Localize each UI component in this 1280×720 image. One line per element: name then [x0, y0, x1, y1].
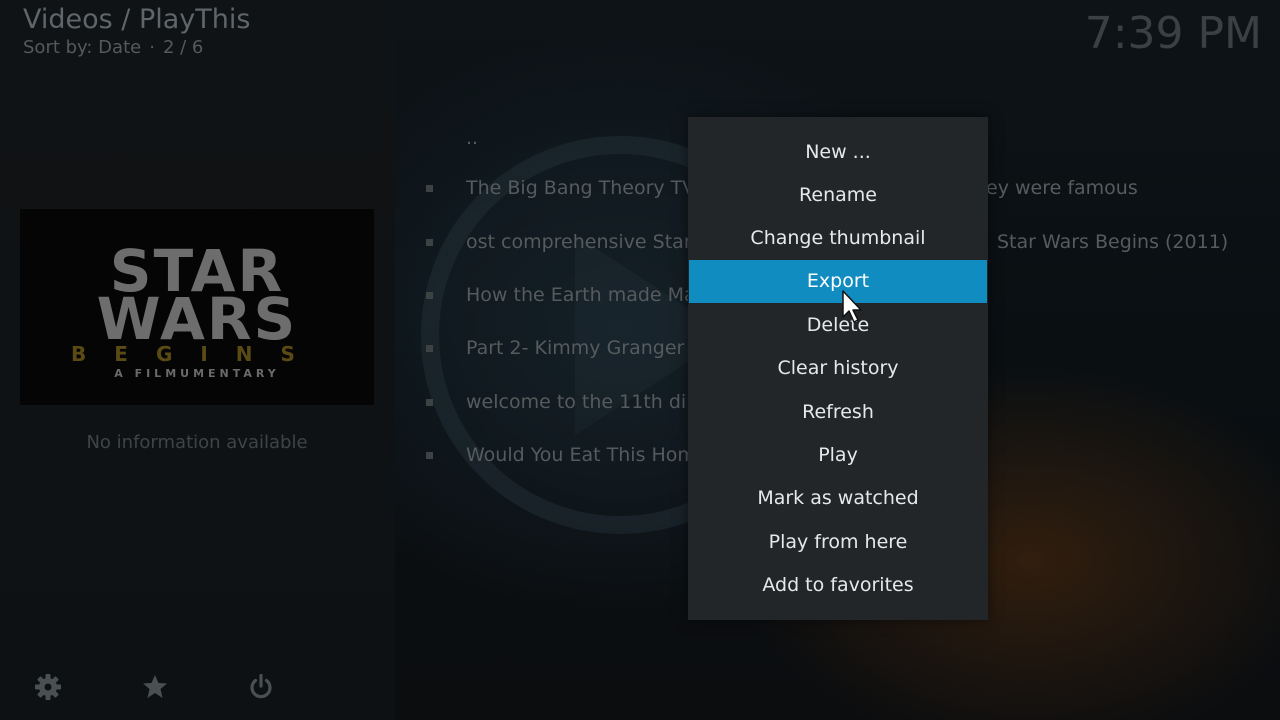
- info-text: No information available: [86, 432, 308, 453]
- menu-item-add-to-favorites[interactable]: Add to favorites: [689, 564, 987, 607]
- menu-item-export[interactable]: Export: [689, 260, 987, 303]
- bullet-icon: [426, 292, 433, 299]
- list-item-label: ost comprehensive Star W: [466, 231, 717, 253]
- bullet-icon: [426, 185, 433, 192]
- list-item-label: How the Earth made Ma: [466, 284, 696, 306]
- clock: 7:39 PM: [1084, 8, 1262, 59]
- list-item-label-overflow: ey were famous: [986, 177, 1138, 199]
- list-item-label: Part 2- Kimmy Granger F: [466, 337, 702, 359]
- mouse-cursor-icon: [842, 290, 862, 323]
- menu-item-play[interactable]: Play: [689, 434, 987, 477]
- gear-icon[interactable]: [33, 672, 63, 702]
- menu-item-refresh[interactable]: Refresh: [689, 391, 987, 434]
- separator: ·: [149, 37, 155, 58]
- menu-item-play-from-here[interactable]: Play from here: [689, 521, 987, 564]
- menu-item-mark-as-watched[interactable]: Mark as watched: [689, 477, 987, 520]
- sort-label: Sort by: Date: [23, 37, 142, 58]
- menu-item-rename[interactable]: Rename: [689, 174, 987, 217]
- power-icon[interactable]: [246, 672, 276, 702]
- kodi-screen: Videos / PlayThis Sort by: Date · 2 / 6 7:…: [0, 0, 1280, 720]
- list-item-label-overflow: Star Wars Begins (2011): [997, 231, 1229, 253]
- poster-line-4: A FILMUMENTARY: [114, 367, 280, 380]
- list-item-label: The Big Bang Theory TV: [466, 177, 696, 199]
- bullet-icon: [426, 345, 433, 352]
- page-count: 2 / 6: [162, 37, 204, 58]
- menu-item-clear-history[interactable]: Clear history: [689, 347, 987, 390]
- poster-line-3: BEGINS: [71, 342, 323, 366]
- menu-item-delete[interactable]: Delete: [689, 304, 987, 347]
- list-item-label: Would You Eat This Hom: [466, 444, 696, 466]
- star-icon[interactable]: [140, 672, 170, 702]
- list-item-label: welcome to the 11th din: [466, 391, 699, 413]
- bullet-icon: [426, 452, 433, 459]
- list-item-label: ..: [466, 127, 479, 149]
- sort-info: Sort by: Date · 2 / 6: [23, 37, 203, 58]
- menu-item-change-thumbnail[interactable]: Change thumbnail: [689, 217, 987, 260]
- thumbnail-image: STAR WARS BEGINS A FILMUMENTARY: [20, 209, 374, 405]
- page-title: Videos / PlayThis: [23, 4, 251, 35]
- bullet-icon: [426, 239, 433, 246]
- star-wars-begins-poster: STAR WARS BEGINS A FILMUMENTARY: [20, 209, 374, 405]
- bullet-icon: [426, 399, 433, 406]
- menu-item-new[interactable]: New ...: [689, 131, 987, 174]
- context-menu: New ... Rename Change thumbnail Export D…: [688, 117, 988, 620]
